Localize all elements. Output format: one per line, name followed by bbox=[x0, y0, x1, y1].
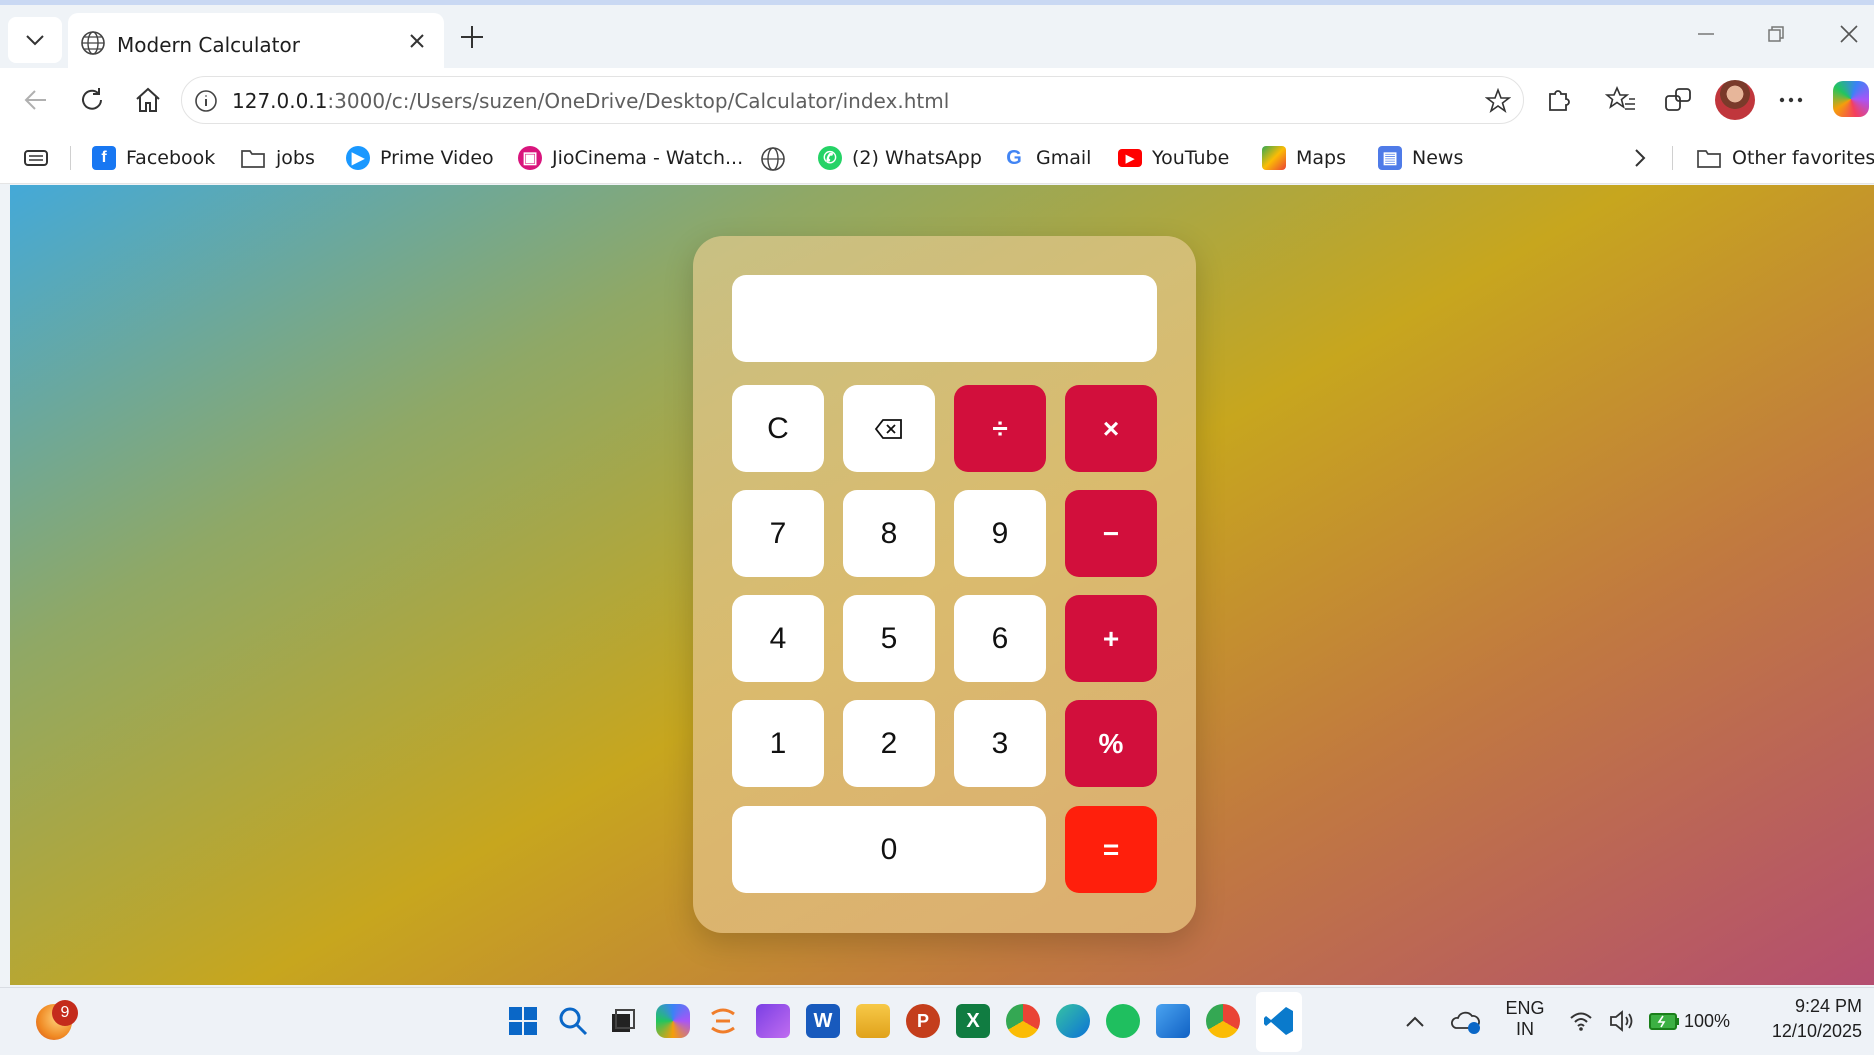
navigation-bar: 127.0.0.1:3000/c:/Users/suzen/OneDrive/D… bbox=[0, 68, 1874, 132]
start-icon[interactable] bbox=[506, 1004, 540, 1038]
onedrive-icon[interactable] bbox=[1450, 1006, 1482, 1036]
close-tab-icon[interactable] bbox=[406, 30, 428, 52]
tab-title: Modern Calculator bbox=[117, 33, 300, 57]
backspace-button[interactable] bbox=[843, 385, 935, 472]
favorite-jiocinema[interactable]: ▣ JioCinema - Watch... bbox=[518, 144, 743, 172]
digit-5-button[interactable]: 5 bbox=[843, 595, 935, 682]
close-window-icon[interactable] bbox=[1838, 23, 1860, 45]
divider bbox=[1672, 146, 1673, 170]
other-favorites[interactable]: Other favorites bbox=[1696, 144, 1874, 172]
divide-button[interactable]: ÷ bbox=[954, 385, 1046, 472]
multiply-button[interactable]: × bbox=[1065, 385, 1157, 472]
more-menu-icon[interactable] bbox=[1775, 84, 1807, 116]
chevron-up-icon[interactable] bbox=[1402, 1010, 1428, 1034]
word-icon[interactable]: W bbox=[806, 1004, 840, 1038]
digit-9-button[interactable]: 9 bbox=[954, 490, 1046, 577]
favorite-maps[interactable]: Maps bbox=[1262, 144, 1346, 172]
vscode-icon[interactable] bbox=[1262, 1004, 1296, 1038]
favorite-news[interactable]: ▤ News bbox=[1378, 144, 1463, 172]
tab-strip: Modern Calculator bbox=[0, 5, 1874, 72]
favorite-gmail[interactable]: G Gmail bbox=[1002, 144, 1091, 172]
minus-button[interactable]: − bbox=[1065, 490, 1157, 577]
widgets-icon[interactable] bbox=[706, 1004, 740, 1038]
outlook-icon[interactable] bbox=[1156, 1004, 1190, 1038]
digit-3-button[interactable]: 3 bbox=[954, 700, 1046, 787]
digit-8-button[interactable]: 8 bbox=[843, 490, 935, 577]
calculator-display bbox=[732, 275, 1157, 362]
folder-icon bbox=[1697, 150, 1721, 168]
prime-video-icon: ▶ bbox=[346, 146, 370, 170]
clear-button[interactable]: C bbox=[732, 385, 824, 472]
clock[interactable]: 9:24 PM 12/10/2025 bbox=[1752, 996, 1862, 1042]
tab-actions-menu[interactable] bbox=[8, 17, 62, 63]
backspace-icon bbox=[874, 418, 902, 439]
extensions-icon[interactable] bbox=[1542, 84, 1574, 116]
chrome-profile-icon[interactable] bbox=[1206, 1004, 1240, 1038]
restore-icon[interactable] bbox=[1765, 23, 1787, 45]
wifi-icon[interactable] bbox=[1568, 1008, 1594, 1034]
volume-icon[interactable] bbox=[1608, 1008, 1636, 1034]
copilot-icon[interactable] bbox=[1833, 81, 1869, 117]
favorites-bar: f Facebook jobs ▶ Prime Video ▣ JioCinem… bbox=[0, 132, 1874, 184]
digit-6-button[interactable]: 6 bbox=[954, 595, 1046, 682]
search-icon[interactable] bbox=[556, 1004, 590, 1038]
whatsapp-taskbar-icon[interactable] bbox=[1106, 1004, 1140, 1038]
active-tab[interactable]: Modern Calculator bbox=[68, 13, 444, 72]
minimize-icon[interactable] bbox=[1695, 23, 1717, 45]
divider bbox=[70, 146, 71, 170]
favorite-star-icon[interactable] bbox=[1485, 88, 1511, 114]
page-viewport: C ÷ × 7 8 9 − 4 5 6 + 1 2 3 % 0 = bbox=[10, 185, 1874, 985]
youtube-icon: ▶ bbox=[1118, 149, 1142, 167]
google-icon: G bbox=[1002, 146, 1026, 170]
digit-2-button[interactable]: 2 bbox=[843, 700, 935, 787]
collections-icon[interactable] bbox=[1662, 84, 1694, 116]
digit-0-button[interactable]: 0 bbox=[732, 806, 1046, 893]
globe-icon bbox=[81, 31, 105, 55]
favorite-facebook[interactable]: f Facebook bbox=[92, 144, 215, 172]
favorite-whatsapp[interactable]: ✆ (2) WhatsApp bbox=[818, 144, 982, 172]
url-text: 127.0.0.1:3000/c:/Users/suzen/OneDrive/D… bbox=[232, 89, 950, 113]
powerpoint-icon[interactable]: P bbox=[906, 1004, 940, 1038]
address-bar[interactable]: 127.0.0.1:3000/c:/Users/suzen/OneDrive/D… bbox=[181, 76, 1524, 124]
file-explorer-icon[interactable] bbox=[856, 1004, 890, 1038]
taskbar: 9 W P X ENG IN 100% 9:24 PM 12/10/2025 bbox=[0, 987, 1874, 1055]
whatsapp-icon: ✆ bbox=[818, 146, 842, 170]
plus-button[interactable]: + bbox=[1065, 595, 1157, 682]
language-indicator[interactable]: ENG IN bbox=[1502, 998, 1548, 1040]
profile-avatar[interactable] bbox=[1715, 80, 1755, 120]
edge-icon[interactable] bbox=[1056, 1004, 1090, 1038]
reading-list-icon[interactable] bbox=[22, 146, 50, 170]
clipchamp-icon[interactable] bbox=[756, 1004, 790, 1038]
favorite-prime-video[interactable]: ▶ Prime Video bbox=[346, 144, 494, 172]
news-icon: ▤ bbox=[1378, 146, 1402, 170]
chevron-right-icon[interactable] bbox=[1628, 146, 1652, 170]
favorite-jobs[interactable]: jobs bbox=[240, 144, 315, 172]
battery-percent: 100% bbox=[1684, 1011, 1731, 1031]
favorite-youtube[interactable]: ▶ YouTube bbox=[1118, 144, 1229, 172]
jiocinema-icon: ▣ bbox=[518, 146, 542, 170]
equals-button[interactable]: = bbox=[1065, 806, 1157, 893]
maps-icon bbox=[1262, 146, 1286, 170]
refresh-icon[interactable] bbox=[76, 84, 108, 116]
digit-1-button[interactable]: 1 bbox=[732, 700, 824, 787]
new-tab-icon[interactable] bbox=[458, 23, 486, 51]
notification-badge: 9 bbox=[52, 1000, 78, 1026]
task-view-icon[interactable] bbox=[606, 1004, 640, 1038]
back-icon[interactable] bbox=[20, 84, 52, 116]
folder-icon bbox=[241, 150, 265, 168]
digit-4-button[interactable]: 4 bbox=[732, 595, 824, 682]
calculator: C ÷ × 7 8 9 − 4 5 6 + 1 2 3 % 0 = bbox=[693, 236, 1196, 933]
favorites-icon[interactable] bbox=[1605, 84, 1637, 116]
site-info-icon[interactable] bbox=[194, 89, 218, 113]
digit-7-button[interactable]: 7 bbox=[732, 490, 824, 577]
chrome-icon[interactable] bbox=[1006, 1004, 1040, 1038]
copilot-taskbar-icon[interactable] bbox=[656, 1004, 690, 1038]
excel-icon[interactable]: X bbox=[956, 1004, 990, 1038]
home-icon[interactable] bbox=[132, 84, 164, 116]
chevron-down-icon bbox=[26, 35, 44, 46]
battery-icon[interactable] bbox=[1648, 1008, 1682, 1034]
facebook-icon: f bbox=[92, 146, 116, 170]
percent-button[interactable]: % bbox=[1065, 700, 1157, 787]
globe-favorite-icon[interactable] bbox=[760, 146, 786, 172]
